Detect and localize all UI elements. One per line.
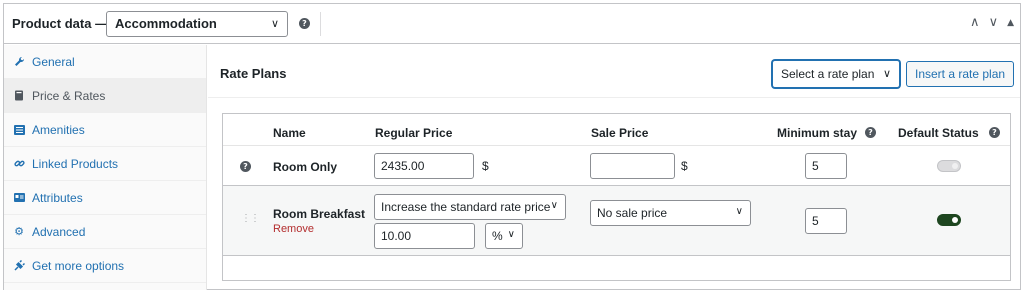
help-icon[interactable]: ? xyxy=(299,18,310,29)
chevron-down-icon: ∨ xyxy=(550,200,558,211)
table-row: ? Room Only 2435.00 $ $ 5 xyxy=(223,146,1010,186)
column-name: Name xyxy=(273,126,306,140)
sale-price-input[interactable] xyxy=(590,153,675,179)
price-unit-value: % xyxy=(492,229,503,243)
default-status-toggle[interactable] xyxy=(937,214,961,226)
chevron-down-icon: ∨ xyxy=(882,68,891,80)
tab-general[interactable]: General xyxy=(4,45,206,79)
tab-general-label: General xyxy=(32,54,75,69)
price-mode-value: Increase the standard rate price xyxy=(381,200,551,214)
product-data-header: Product data — Accommodation ∨ ? ∧ ∨ ▲ xyxy=(4,4,1020,44)
minimum-stay-input[interactable]: 5 xyxy=(805,208,847,234)
default-status-toggle[interactable] xyxy=(937,160,961,172)
minimum-stay-input[interactable]: 5 xyxy=(805,153,847,179)
drag-handle-icon[interactable]: ⋮⋮ xyxy=(241,214,260,224)
column-regular-price: Regular Price xyxy=(375,126,453,140)
chevron-down-icon: ∨ xyxy=(270,18,279,30)
chevron-down-icon: ∨ xyxy=(507,229,515,240)
table-header-row: Name Regular Price Sale Price Minimum st… xyxy=(223,114,1010,146)
tab-get-more-options-label: Get more options xyxy=(32,258,125,273)
tab-price-rates-label: Price & Rates xyxy=(32,88,106,103)
plugin-icon xyxy=(12,259,26,273)
tab-get-more-options[interactable]: Get more options xyxy=(4,249,206,283)
tab-advanced-label: Advanced xyxy=(32,224,86,239)
list-icon xyxy=(12,123,26,137)
header-divider xyxy=(320,12,321,36)
move-up-icon[interactable]: ∧ xyxy=(970,15,980,31)
tab-attributes[interactable]: Attributes xyxy=(4,181,206,215)
tab-amenities-label: Amenities xyxy=(32,122,85,137)
rate-name: Room Breakfast xyxy=(273,207,366,221)
price-mode-select[interactable]: Increase the standard rate price ∨ xyxy=(374,194,566,220)
gear-icon: ⚙ xyxy=(14,225,24,238)
help-icon[interactable]: ? xyxy=(240,161,251,172)
rate-plans-title: Rate Plans xyxy=(220,66,287,81)
book-icon xyxy=(12,89,26,103)
rate-plans-panel: Rate Plans Select a rate plan ∨ Insert a… xyxy=(208,45,1020,290)
product-data-tabs: General Price & Rates Amenities Linked P… xyxy=(4,45,207,290)
rate-name: Room Only xyxy=(273,160,338,174)
panel-controls: ∧ ∨ ▲ xyxy=(970,15,1014,31)
chevron-down-icon: ∨ xyxy=(735,206,743,217)
tab-linked-products[interactable]: Linked Products xyxy=(4,147,206,181)
column-sale-price: Sale Price xyxy=(591,126,649,140)
wrench-icon xyxy=(12,55,26,69)
toggle-knob xyxy=(952,163,958,169)
product-type-select[interactable]: Accommodation ∨ xyxy=(106,11,288,37)
help-icon[interactable]: ? xyxy=(989,127,1000,138)
column-minimum-stay: Minimum stay xyxy=(777,126,858,140)
regular-price-input[interactable]: 2435.00 xyxy=(374,153,474,179)
sale-mode-select[interactable]: No sale price ∨ xyxy=(590,200,751,226)
currency-symbol: $ xyxy=(482,159,489,173)
table-row: ⋮⋮ Room Breakfast Remove Increase the st… xyxy=(223,186,1010,256)
help-icon[interactable]: ? xyxy=(865,127,876,138)
tab-price-rates[interactable]: Price & Rates xyxy=(4,79,206,113)
tab-amenities[interactable]: Amenities xyxy=(4,113,206,147)
toggle-knob xyxy=(952,217,958,223)
insert-rate-plan-button[interactable]: Insert a rate plan xyxy=(906,61,1015,87)
product-type-value: Accommodation xyxy=(115,16,217,31)
product-data-panel: Product data — Accommodation ∨ ? ∧ ∨ ▲ G… xyxy=(3,3,1021,290)
column-default-status: Default Status xyxy=(898,126,979,140)
collapse-icon[interactable]: ▲ xyxy=(1007,15,1014,31)
price-unit-select[interactable]: % ∨ xyxy=(485,223,523,249)
tab-linked-products-label: Linked Products xyxy=(32,156,119,171)
move-down-icon[interactable]: ∨ xyxy=(989,15,999,31)
sale-mode-value: No sale price xyxy=(597,206,668,220)
tab-advanced[interactable]: ⚙ Advanced xyxy=(4,215,206,249)
tab-attributes-label: Attributes xyxy=(32,190,83,205)
id-card-icon xyxy=(12,191,26,205)
remove-link[interactable]: Remove xyxy=(273,223,314,235)
price-value-input[interactable]: 10.00 xyxy=(374,223,475,249)
link-icon xyxy=(12,157,26,171)
currency-symbol: $ xyxy=(681,159,688,173)
rate-plan-select-value: Select a rate plan xyxy=(781,67,875,81)
rate-plans-header: Rate Plans Select a rate plan ∨ Insert a… xyxy=(208,45,1020,98)
rate-plan-select[interactable]: Select a rate plan ∨ xyxy=(772,60,900,88)
product-data-title: Product data — xyxy=(12,16,109,31)
rate-plans-table: Name Regular Price Sale Price Minimum st… xyxy=(222,113,1011,281)
